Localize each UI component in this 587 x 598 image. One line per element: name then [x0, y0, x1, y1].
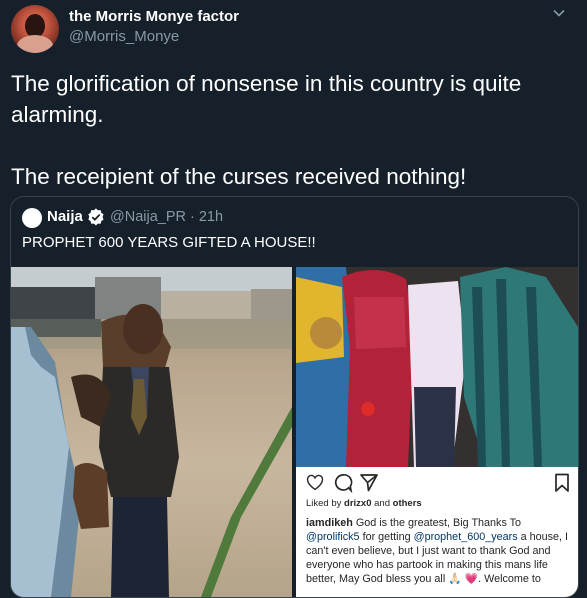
liked-by-user[interactable]: drizx0 — [344, 498, 371, 509]
author-handle[interactable]: @Morris_Monye — [69, 28, 179, 45]
instagram-actions — [306, 474, 378, 494]
caption-text-2: for getting — [362, 531, 411, 543]
quoted-photo-left[interactable] — [11, 267, 292, 597]
heart-icon[interactable] — [306, 474, 324, 491]
liked-by-others[interactable]: others — [393, 498, 422, 509]
quoted-photo-right[interactable]: Liked by drizx0 and others iamdikeh God … — [296, 267, 578, 597]
tweet-line-1: The glorification of nonsense in this co… — [11, 71, 522, 127]
caption-emoji: 🙏🏻 💗. — [448, 573, 482, 585]
tweet-text: The glorification of nonsense in this co… — [11, 68, 571, 192]
verified-badge-icon — [88, 208, 104, 226]
comment-icon[interactable] — [334, 474, 353, 494]
quoted-text: PROPHET 600 YEARS GIFTED A HOUSE!! — [22, 234, 316, 251]
liked-by-prefix: Liked by — [306, 498, 342, 509]
caption-text-1: God is the greatest, Big Thanks To — [355, 517, 522, 529]
liked-by: Liked by drizx0 and others — [306, 498, 422, 509]
author-avatar[interactable] — [11, 5, 59, 53]
chevron-down-icon[interactable] — [552, 6, 566, 20]
bookmark-icon[interactable] — [554, 473, 570, 493]
author-name[interactable]: the Morris Monye factor — [69, 8, 239, 25]
caption-mention-2[interactable]: @prophet_600_years — [414, 531, 518, 543]
caption-username[interactable]: iamdikeh — [306, 517, 353, 529]
tweet-line-2: The receipient of the curses received no… — [11, 164, 467, 189]
caption-mention-1[interactable]: @prolifick5 — [306, 531, 360, 543]
caption-text-4: Welcome to — [484, 573, 541, 585]
quoted-avatar[interactable] — [22, 208, 42, 228]
quoted-handle-time[interactable]: @Naija_PR · 21h — [110, 209, 223, 225]
instagram-caption: iamdikeh God is the greatest, Big Thanks… — [306, 516, 574, 586]
instagram-photo — [296, 267, 578, 467]
liked-by-and: and — [374, 498, 390, 509]
share-icon[interactable] — [360, 474, 378, 492]
quoted-author-name[interactable]: Naija — [47, 208, 83, 225]
quoted-tweet[interactable]: Naija @Naija_PR · 21h PROPHET 600 YEARS … — [10, 196, 579, 598]
